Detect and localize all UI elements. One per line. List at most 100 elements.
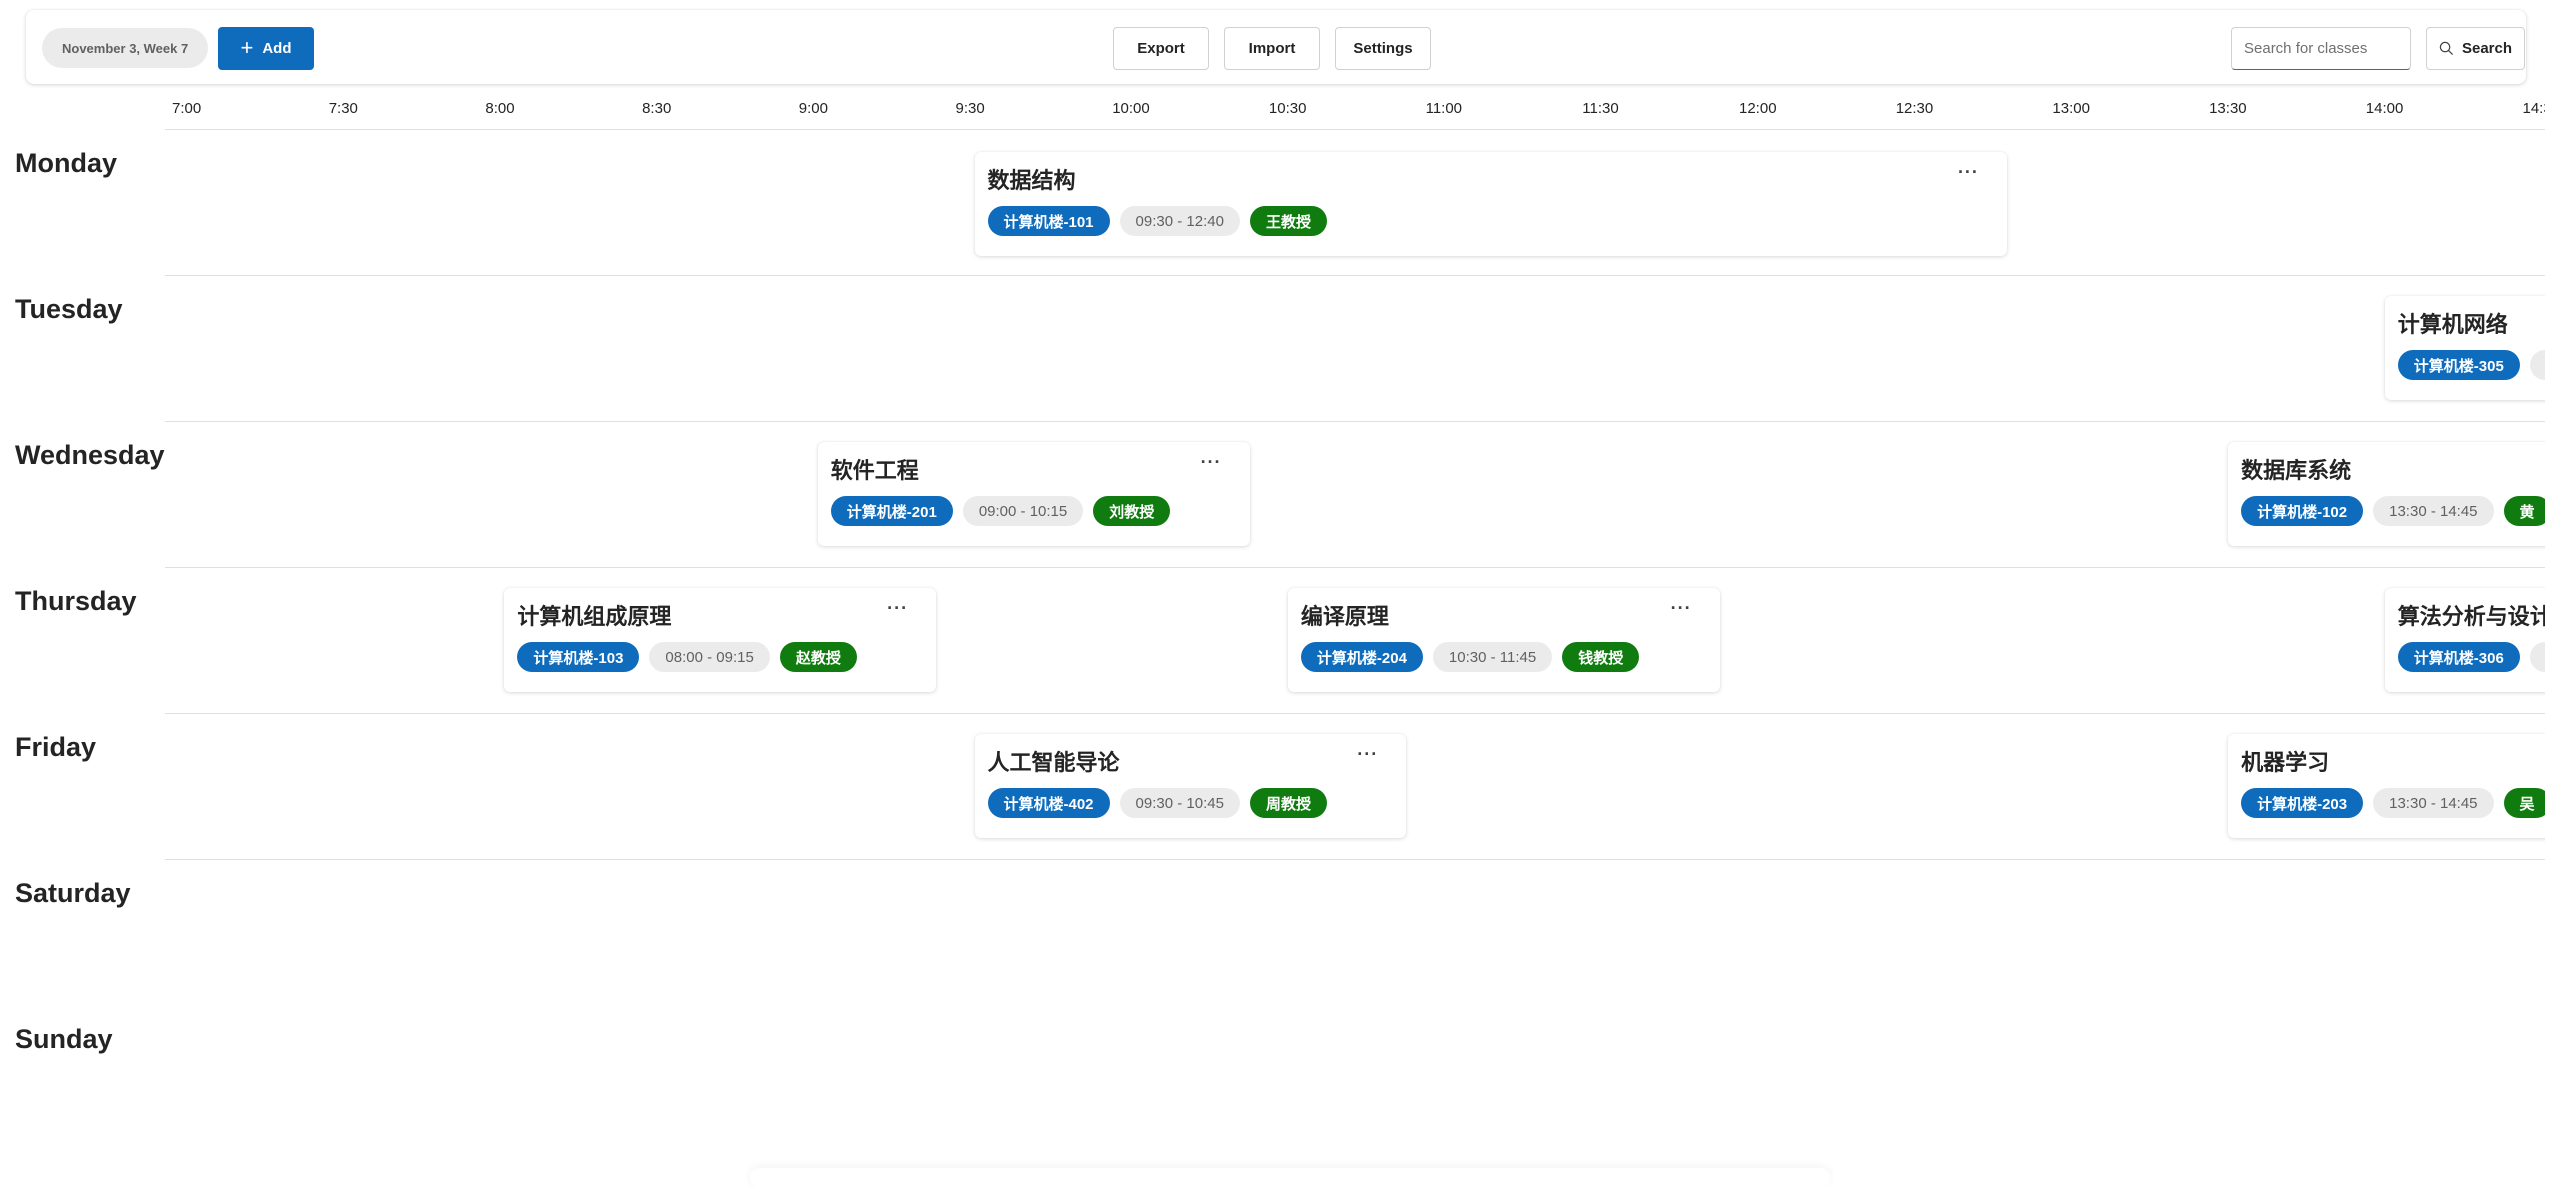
room-badge: 计算机楼-305: [2397, 350, 2520, 380]
class-title: 算法分析与设计: [2397, 604, 2545, 629]
room-badge: 计算机楼-204: [1300, 642, 1423, 672]
time-tick-label: 13:30: [2209, 100, 2247, 117]
class-badges: 计算机楼-102 13:30 - 14:45 黄: [2241, 496, 2545, 526]
day-row-thursday: Thursday 计算机组成原理 ··· 计算机楼-103 08:00 - 09:15 赵…: [0, 568, 2545, 714]
day-row-saturday: Saturday: [0, 860, 2545, 1006]
class-badges: 计算机楼-305: [2397, 350, 2545, 380]
class-badges: 计算机楼-204 10:30 - 11:45 钱教授: [1300, 642, 1707, 672]
day-label: Sunday: [15, 1024, 113, 1054]
time-tick-label: 10:30: [1268, 100, 1307, 117]
day-row-friday: Friday 人工智能导论 ··· 计算机楼-402 09:30 - 10:45 周教授 机…: [0, 714, 2545, 860]
room-badge: 计算机楼-101: [987, 206, 1110, 236]
day-row-sunday: Sunday: [0, 1006, 2545, 1152]
time-tick-label: 7:30: [328, 100, 358, 117]
import-button[interactable]: Import: [1224, 27, 1320, 70]
class-card[interactable]: 算法分析与设计···计算机楼-306: [2384, 588, 2545, 692]
day-row-monday: Monday 数据结构 ··· 计算机楼-101 09:30 - 12:40 王教授: [0, 130, 2545, 276]
add-button-label: Add: [262, 40, 292, 57]
room-badge: 计算机楼-203: [2241, 788, 2364, 818]
teacher-badge: 周教授: [1249, 788, 1327, 818]
more-options-icon[interactable]: ···: [887, 598, 908, 619]
class-title: 数据结构: [987, 168, 1076, 193]
more-options-icon[interactable]: ···: [1671, 598, 1692, 619]
class-title: 机器学习: [2241, 750, 2330, 775]
day-label: Monday: [15, 148, 118, 178]
class-badges: 计算机楼-101 09:30 - 12:40 王教授: [987, 206, 1994, 236]
class-card[interactable]: 计算机组成原理 ··· 计算机楼-103 08:00 - 09:15 赵教授: [504, 588, 937, 692]
teacher-badge: 钱教授: [1562, 642, 1640, 672]
class-badges: 计算机楼-306: [2397, 642, 2545, 672]
settings-button[interactable]: Settings: [1335, 27, 1431, 70]
more-options-icon[interactable]: ···: [1958, 162, 1979, 183]
teacher-badge: 黄: [2503, 496, 2545, 526]
bottom-panel-shadow: [750, 1168, 1830, 1188]
class-card[interactable]: 编译原理 ··· 计算机楼-204 10:30 - 11:45 钱教授: [1287, 588, 1720, 692]
room-badge: 计算机楼-402: [987, 788, 1110, 818]
class-card[interactable]: 软件工程 ··· 计算机楼-201 09:00 - 10:15 刘教授: [817, 442, 1250, 546]
class-title: 软件工程: [830, 458, 919, 483]
day-label: Friday: [15, 732, 97, 762]
time-badge: 10:30 - 11:45: [1432, 642, 1553, 672]
add-button[interactable]: + Add: [218, 27, 314, 70]
time-tick-label: 8:00: [485, 100, 515, 117]
class-title: 人工智能导论: [987, 750, 1120, 775]
room-badge: 计算机楼-102: [2241, 496, 2364, 526]
toolbar-actions: Export Import Settings: [1113, 27, 1431, 70]
class-card[interactable]: 人工智能导论 ··· 计算机楼-402 09:30 - 10:45 周教授: [974, 734, 1407, 838]
class-title: 编译原理: [1300, 604, 1389, 629]
class-title: 计算机组成原理: [517, 604, 672, 629]
day-label: Thursday: [15, 586, 137, 616]
class-title: 数据库系统: [2241, 458, 2352, 483]
time-tick-label: 11:00: [1425, 100, 1463, 117]
class-card[interactable]: 数据结构 ··· 计算机楼-101 09:30 - 12:40 王教授: [974, 152, 2007, 256]
day-label: Tuesday: [15, 294, 123, 324]
search-input[interactable]: [2231, 27, 2411, 70]
class-card[interactable]: 机器学习···计算机楼-20313:30 - 14:45吴: [2228, 734, 2545, 838]
time-tick-label: 12:30: [1895, 100, 1934, 117]
class-badges: 计算机楼-103 08:00 - 09:15 赵教授: [517, 642, 923, 672]
time-badge: 13:30 - 14:45: [2373, 496, 2494, 526]
time-badge: 09:30 - 10:45: [1119, 788, 1240, 818]
class-card[interactable]: 计算机网络···计算机楼-305: [2384, 296, 2545, 400]
class-badges: 计算机楼-402 09:30 - 10:45 周教授: [987, 788, 1394, 818]
time-tick-label: 8:30: [642, 100, 672, 117]
schedule-timeline[interactable]: 7:00 7:30 8:00 8:30 9:00 9:30 10:00 10:30 11:00 1…: [0, 84, 2545, 1177]
teacher-badge: 吴: [2503, 788, 2545, 818]
class-badges: 计算机楼-203 13:30 - 14:45 吴: [2241, 788, 2545, 818]
time-tick-label: 14:30: [2522, 100, 2546, 117]
day-row-tuesday: Tuesday 计算机网络···计算机楼-305: [0, 276, 2545, 422]
time-tick-label: 9:00: [798, 100, 828, 117]
time-badge: [2529, 350, 2545, 380]
time-badge: 08:00 - 09:15: [649, 642, 770, 672]
class-card[interactable]: 数据库系统···计算机楼-10213:30 - 14:45黄: [2228, 442, 2545, 546]
more-options-icon[interactable]: ···: [1201, 452, 1222, 473]
search-icon: [2439, 41, 2453, 56]
search-button-label: Search: [2461, 40, 2513, 57]
room-badge: 计算机楼-201: [830, 496, 953, 526]
time-tick-label: 7:00: [172, 100, 202, 117]
plus-icon: +: [240, 34, 254, 60]
day-label: Saturday: [15, 878, 131, 908]
teacher-badge: 赵教授: [779, 642, 857, 672]
time-badge: 13:30 - 14:45: [2373, 788, 2494, 818]
time-tick-label: 13:00: [2052, 100, 2090, 117]
class-title: 计算机网络: [2397, 312, 2508, 337]
time-tick-label: 11:30: [1582, 100, 1619, 117]
toolbar: November 3, Week 7 + Add Export Import S…: [26, 10, 2526, 84]
day-row-wednesday: Wednesday 软件工程 ··· 计算机楼-201 09:00 - 10:15 刘教授…: [0, 422, 2545, 568]
time-tick-label: 9:30: [955, 100, 985, 117]
time-badge: 09:00 - 10:15: [962, 496, 1084, 526]
search-button[interactable]: Search: [2426, 27, 2525, 70]
time-tick-label: 10:00: [1112, 100, 1150, 117]
room-badge: 计算机楼-306: [2397, 642, 2520, 672]
day-label: Wednesday: [15, 440, 165, 470]
more-options-icon[interactable]: ···: [1357, 744, 1378, 765]
time-tick-label: 14:00: [2365, 100, 2404, 117]
class-badges: 计算机楼-201 09:00 - 10:15 刘教授: [830, 496, 1237, 526]
time-badge: 09:30 - 12:40: [1119, 206, 1240, 236]
room-badge: 计算机楼-103: [517, 642, 640, 672]
teacher-badge: 刘教授: [1093, 496, 1171, 526]
export-button[interactable]: Export: [1113, 27, 1209, 70]
time-tick-label: 12:00: [1739, 100, 1777, 117]
teacher-badge: 王教授: [1249, 206, 1327, 236]
